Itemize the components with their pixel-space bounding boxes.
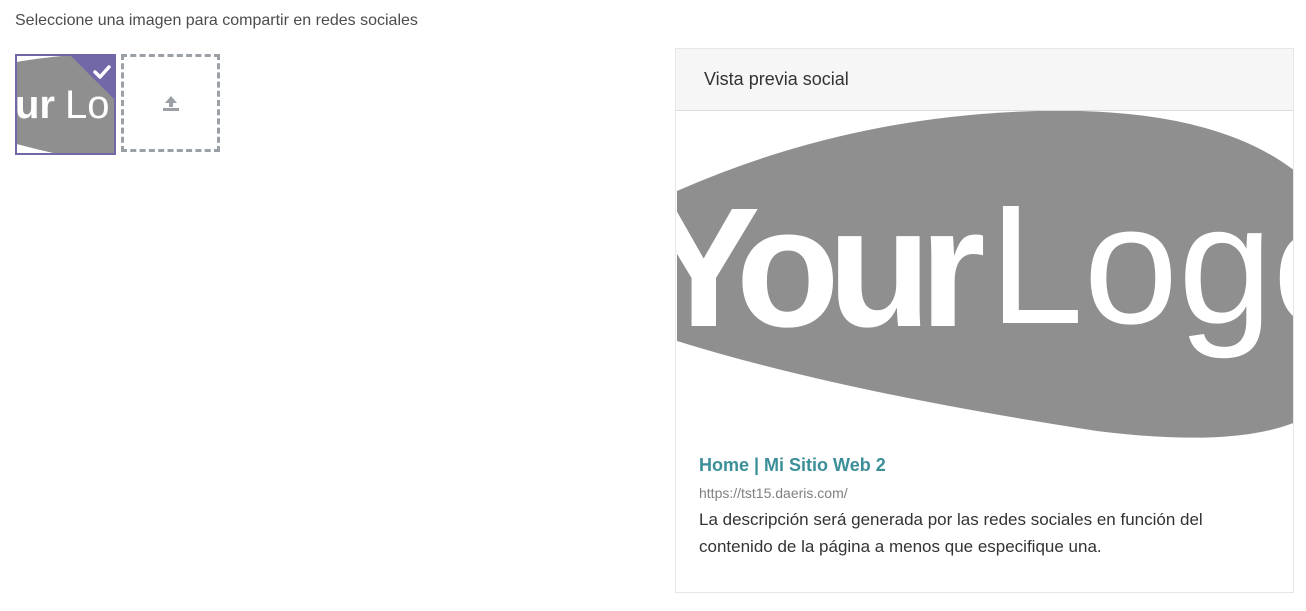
- social-preview-url: https://tst15.daeris.com/: [699, 485, 848, 501]
- upload-icon: [162, 96, 179, 111]
- logo-image-option-selected[interactable]: ur Lo: [15, 54, 116, 155]
- svg-text:ur: ur: [17, 83, 55, 127]
- svg-text:Lo: Lo: [65, 83, 110, 127]
- social-preview-panel: Vista previa social Your Logo Home | Mi …: [675, 48, 1294, 593]
- social-preview-header: Vista previa social: [676, 49, 1293, 111]
- svg-text:Logo: Logo: [989, 170, 1293, 360]
- social-preview-page-title[interactable]: Home | Mi Sitio Web 2: [699, 455, 886, 476]
- social-preview-description: La descripción será generada por las red…: [699, 510, 1203, 556]
- logo-thumbnail: ur Lo: [17, 56, 114, 153]
- instruction-text: Seleccione una imagen para compartir en …: [15, 12, 418, 29]
- svg-text:Your: Your: [677, 173, 983, 363]
- social-preview-title: Vista previa social: [704, 69, 849, 89]
- social-preview-image: Your Logo: [677, 111, 1293, 441]
- upload-image-button[interactable]: [121, 54, 220, 152]
